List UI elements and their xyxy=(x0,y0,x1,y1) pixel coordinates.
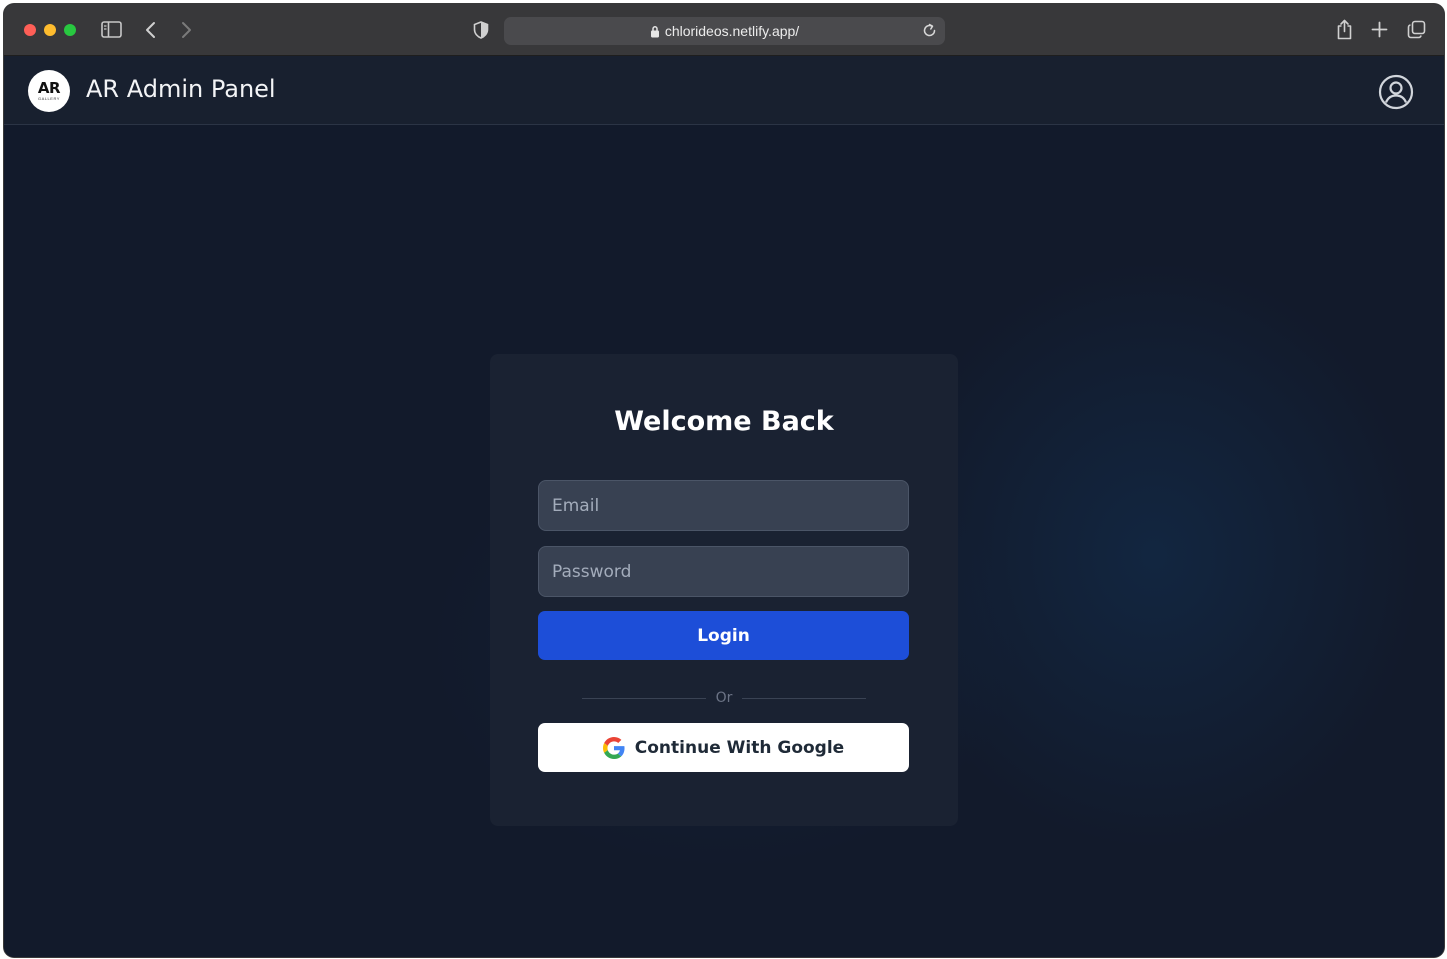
reload-icon[interactable] xyxy=(922,23,937,41)
new-tab-icon[interactable] xyxy=(1371,21,1388,38)
logo-subtext: GALLERY xyxy=(38,96,60,101)
login-button[interactable]: Login xyxy=(538,611,909,660)
google-button-label: Continue With Google xyxy=(634,737,845,758)
browser-window: chlorideos.netlify.app/ AR GALLERY AR Ad… xyxy=(4,4,1444,957)
password-field[interactable] xyxy=(538,546,909,597)
divider-line-left xyxy=(582,697,706,699)
app-title: AR Admin Panel xyxy=(86,75,276,103)
app-header: AR GALLERY AR Admin Panel xyxy=(4,56,1444,125)
user-circle-icon[interactable] xyxy=(1378,74,1414,115)
login-card: Welcome Back Login Or xyxy=(490,354,958,826)
sidebar-icon[interactable] xyxy=(101,21,122,38)
email-field[interactable] xyxy=(538,480,909,531)
maximize-window-button[interactable] xyxy=(64,24,76,36)
login-button-label: Login xyxy=(697,625,750,646)
logo-text: AR xyxy=(37,79,61,97)
minimize-window-button[interactable] xyxy=(44,24,56,36)
back-icon[interactable] xyxy=(145,21,157,39)
tabs-overview-icon[interactable] xyxy=(1407,20,1426,39)
google-signin-button[interactable]: Continue With Google xyxy=(538,723,909,772)
lock-icon xyxy=(650,25,660,38)
forward-icon[interactable] xyxy=(180,21,192,39)
share-icon[interactable] xyxy=(1336,19,1353,40)
browser-toolbar: chlorideos.netlify.app/ xyxy=(4,4,1444,56)
close-window-button[interactable] xyxy=(24,24,36,36)
divider-text: Or xyxy=(715,690,733,706)
shield-icon[interactable] xyxy=(473,21,489,39)
google-icon xyxy=(602,736,625,759)
address-bar[interactable]: chlorideos.netlify.app/ xyxy=(504,17,945,45)
app-logo[interactable]: AR GALLERY xyxy=(28,70,70,112)
login-title: Welcome Back xyxy=(614,406,834,437)
main-content: Welcome Back Login Or xyxy=(4,125,1444,957)
divider-line-right xyxy=(742,697,866,699)
or-divider: Or xyxy=(582,688,866,708)
url-text: chlorideos.netlify.app/ xyxy=(664,23,800,39)
